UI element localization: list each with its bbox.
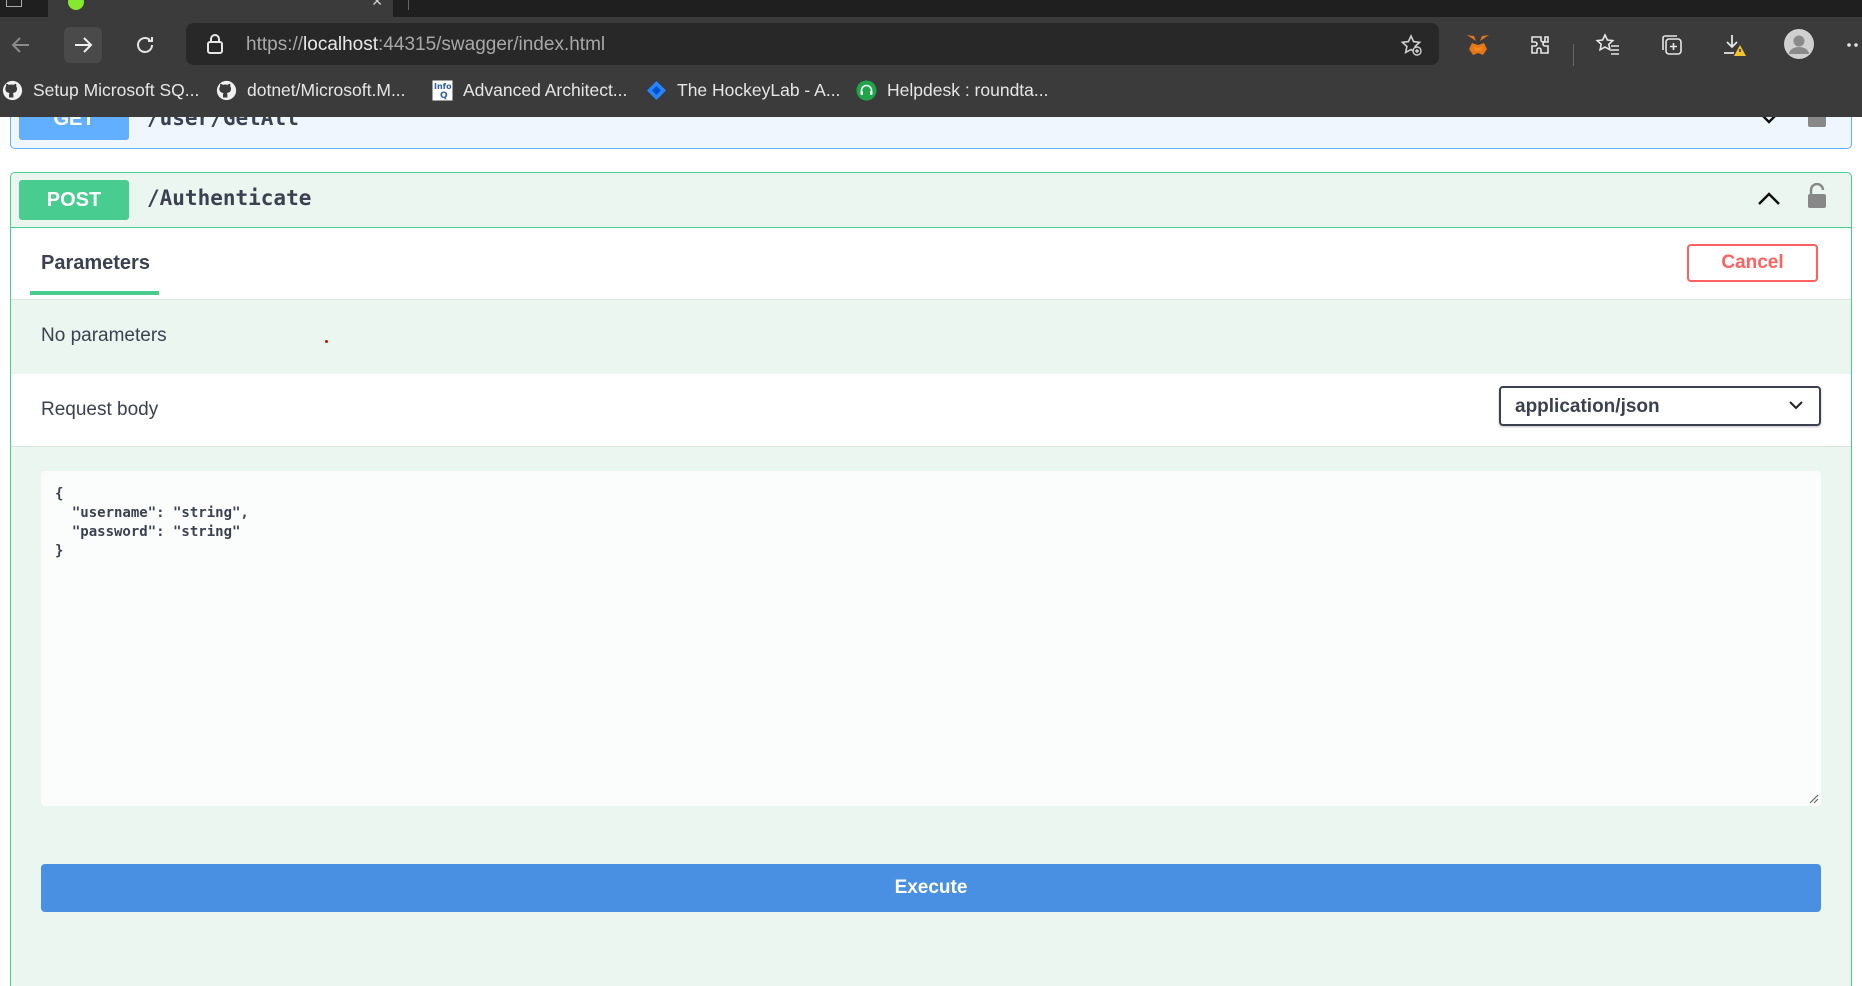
- bookmark-label: Setup Microsoft SQ...: [33, 80, 200, 100]
- operation-path: /user/GetAll: [147, 117, 299, 130]
- request-body-editor[interactable]: { "username": "string", "password": "str…: [41, 471, 1821, 806]
- back-arrow-icon: [11, 37, 29, 53]
- svg-text:Q: Q: [440, 91, 448, 101]
- bookmarks-bar: Setup Microsoft SQ... dotnet/Microsoft.M…: [0, 72, 1862, 117]
- more-options-icon[interactable]: [1846, 31, 1862, 59]
- github-icon: [2, 80, 23, 101]
- bookmark-label: The HockeyLab - A...: [677, 80, 841, 100]
- address-bar[interactable]: https://localhost:44315/swagger/index.ht…: [186, 23, 1439, 65]
- chevron-up-icon[interactable]: [1756, 186, 1782, 212]
- operation-post-authenticate: POST /Authenticate Parameters Cancel No …: [10, 172, 1852, 986]
- content-type-select[interactable]: application/json: [1499, 386, 1821, 426]
- toolbar-divider: [1573, 44, 1574, 66]
- bookmark-item[interactable]: Info Q Advanced Architect...: [432, 80, 627, 101]
- tab-divider: [408, 0, 409, 10]
- swagger-page: GET /user/GetAll POST /Authenticate Para…: [0, 117, 1862, 986]
- browser-tab-swagger[interactable]: ✕: [48, 0, 393, 17]
- profile-avatar-icon[interactable]: [1782, 27, 1816, 61]
- cursor-dot: [325, 340, 328, 343]
- add-favorite-icon[interactable]: [1399, 33, 1423, 57]
- refresh-icon: [137, 37, 153, 53]
- url-path: :44315/swagger/index.html: [378, 34, 606, 55]
- bookmark-label: Helpdesk : roundta...: [887, 80, 1049, 100]
- url-host: localhost: [303, 34, 379, 55]
- bookmark-item[interactable]: dotnet/Microsoft.M...: [216, 80, 406, 101]
- request-body-label: Request body: [41, 399, 159, 420]
- bookmark-item[interactable]: Helpdesk : roundta...: [856, 80, 1048, 101]
- github-icon: [216, 80, 237, 101]
- chevron-down-icon[interactable]: [1756, 117, 1782, 130]
- resize-handle-icon[interactable]: [1807, 792, 1819, 804]
- tab-parameters[interactable]: Parameters: [41, 252, 150, 275]
- tab-strip: ✕: [0, 0, 1862, 17]
- operation-path: /Authenticate: [147, 186, 312, 210]
- padlock-icon[interactable]: [206, 34, 224, 54]
- request-body-header: Request body application/json: [11, 374, 1851, 447]
- back-button[interactable]: [2, 27, 40, 63]
- infoq-icon: Info Q: [432, 80, 453, 101]
- headset-icon: [856, 80, 877, 101]
- execute-button[interactable]: Execute: [41, 864, 1821, 912]
- bookmark-item[interactable]: Setup Microsoft SQ...: [2, 80, 199, 101]
- swagger-favicon-icon: [68, 0, 84, 10]
- active-tab-indicator: [30, 291, 159, 295]
- chevron-down-icon: [1789, 401, 1803, 410]
- forward-arrow-icon: [75, 37, 93, 53]
- metamask-extension-icon[interactable]: [1464, 31, 1492, 59]
- bookmark-label: dotnet/Microsoft.M...: [247, 80, 406, 100]
- downloads-warning-icon[interactable]: [1720, 31, 1748, 59]
- parameters-header: Parameters Cancel: [11, 228, 1851, 300]
- unlock-icon[interactable]: [1806, 117, 1828, 128]
- favorites-icon[interactable]: [1594, 31, 1622, 59]
- bookmark-label: Advanced Architect...: [463, 80, 628, 100]
- operation-get-user-getall[interactable]: GET /user/GetAll: [10, 117, 1852, 149]
- operation-summary[interactable]: POST /Authenticate: [11, 173, 1851, 228]
- cancel-button[interactable]: Cancel: [1687, 244, 1818, 282]
- bookmark-item[interactable]: The HockeyLab - A...: [646, 80, 840, 101]
- refresh-button[interactable]: [126, 27, 164, 63]
- method-badge-get: GET: [19, 117, 129, 140]
- method-badge-post: POST: [19, 180, 129, 220]
- extensions-icon[interactable]: [1526, 31, 1554, 59]
- jira-icon: [646, 80, 667, 101]
- url-text[interactable]: https://localhost:44315/swagger/index.ht…: [246, 34, 605, 56]
- browser-toolbar: https://localhost:44315/swagger/index.ht…: [0, 17, 1862, 72]
- svg-text:Info: Info: [434, 82, 452, 91]
- no-parameters-text: No parameters: [41, 325, 167, 346]
- content-type-value: application/json: [1515, 396, 1660, 417]
- collections-icon[interactable]: [1658, 31, 1686, 59]
- unlock-icon[interactable]: [1806, 183, 1828, 209]
- tab-close-icon[interactable]: ✕: [371, 0, 383, 10]
- tab-actions-icon[interactable]: [6, 0, 22, 7]
- forward-button[interactable]: [64, 27, 102, 63]
- request-body-json[interactable]: { "username": "string", "password": "str…: [55, 485, 249, 561]
- url-scheme: https://: [246, 34, 304, 55]
